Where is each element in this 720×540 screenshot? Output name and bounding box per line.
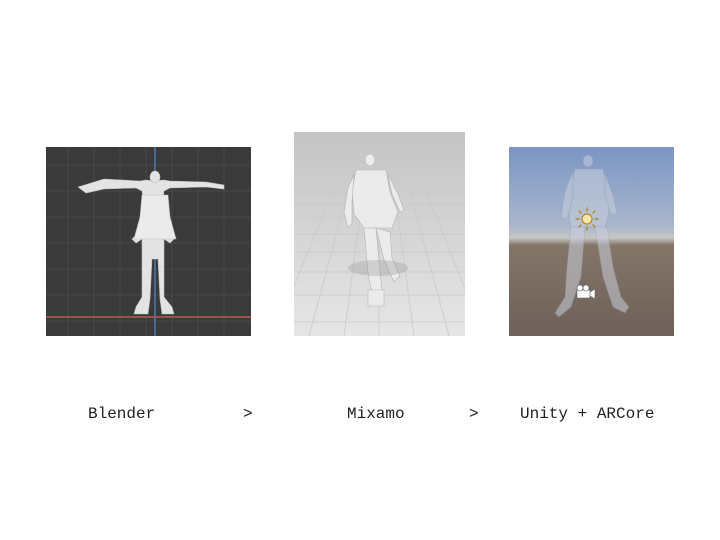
blender-screenshot [46, 147, 251, 336]
mixamo-screenshot [294, 132, 465, 336]
step-label-unity-arcore: Unity + ARCore [520, 405, 655, 423]
sun-light-icon[interactable] [575, 207, 599, 231]
separator-arrow: > [469, 405, 479, 423]
step-label-blender: Blender [88, 405, 156, 423]
step-label-mixamo: Mixamo [347, 405, 405, 423]
unity-screenshot [509, 147, 674, 336]
separator-arrow: > [243, 405, 253, 423]
